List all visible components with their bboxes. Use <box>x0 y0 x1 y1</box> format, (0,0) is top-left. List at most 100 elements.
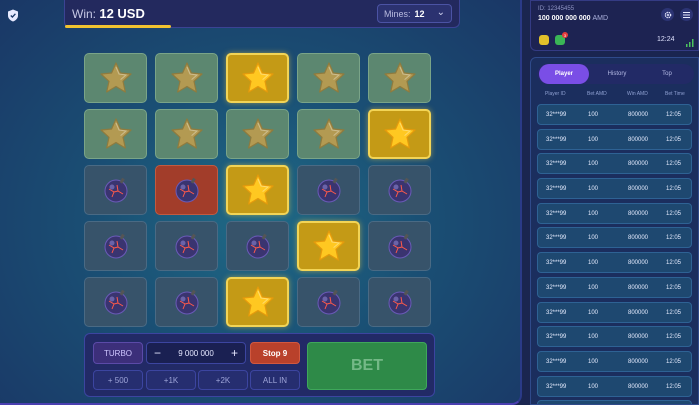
bonus-icon[interactable] <box>539 35 549 45</box>
turbo-button[interactable]: TURBO <box>93 342 143 364</box>
star-icon <box>312 117 346 151</box>
star-icon <box>241 173 275 207</box>
bet-cell: 100 <box>588 284 599 291</box>
decrease-amount-button[interactable]: − <box>154 346 161 360</box>
star-icon <box>383 117 417 151</box>
bomb-tile[interactable] <box>226 221 289 271</box>
star-tile[interactable] <box>226 53 289 103</box>
bet-amount-value[interactable]: 9 000 000 <box>178 349 214 358</box>
bomb-tile[interactable] <box>155 221 218 271</box>
stop-button[interactable]: Stop 9 <box>250 342 300 364</box>
bomb-icon <box>170 231 204 261</box>
bet-button[interactable]: BET <box>307 342 427 390</box>
win-cell: 800000 <box>628 383 649 390</box>
star-tile[interactable] <box>297 109 360 159</box>
bomb-tile[interactable] <box>84 277 147 327</box>
star-icon <box>383 61 417 95</box>
shield-icon[interactable] <box>6 8 20 22</box>
star-icon <box>99 117 133 151</box>
bet-time-cell: 12:05 <box>666 334 682 341</box>
star-icon <box>170 61 204 95</box>
tab-top[interactable]: Top <box>642 64 692 84</box>
star-icon <box>241 117 275 151</box>
bomb-icon <box>383 231 417 261</box>
table-row: 32***99 100 800000 12:05 <box>537 326 692 348</box>
tab-history[interactable]: History <box>592 64 642 84</box>
star-tile[interactable] <box>297 221 360 271</box>
star-tile[interactable] <box>368 109 431 159</box>
star-tile[interactable] <box>297 53 360 103</box>
mines-value: 12 <box>414 8 425 19</box>
bomb-hit-tile[interactable] <box>155 165 218 215</box>
bet-time-cell: 12:05 <box>666 210 682 217</box>
star-tile[interactable] <box>155 53 218 103</box>
star-tile[interactable] <box>84 53 147 103</box>
bets-table: 32***99 100 800000 12:05 32***99 100 800000 12:… <box>537 104 692 404</box>
win-cell: 800000 <box>628 186 649 193</box>
column-bet: Bet AMD <box>587 91 607 97</box>
bomb-tile[interactable] <box>297 277 360 327</box>
win-cell: 800000 <box>628 309 649 316</box>
player-id-cell: 32***99 <box>546 309 567 316</box>
star-tile[interactable] <box>84 109 147 159</box>
notification-badge: 3 <box>562 32 568 38</box>
menu-icon[interactable] <box>680 8 693 21</box>
bomb-icon <box>99 231 133 261</box>
bomb-icon <box>99 175 133 205</box>
bomb-tile[interactable] <box>155 277 218 327</box>
star-tile[interactable] <box>155 109 218 159</box>
table-row: 32***99 100 800000 12:05 <box>537 301 692 323</box>
player-id-cell: 32***99 <box>546 210 567 217</box>
win-cell: 800000 <box>628 334 649 341</box>
star-tile[interactable] <box>226 165 289 215</box>
gear-icon[interactable] <box>661 8 674 21</box>
bet-time-cell: 12:05 <box>666 260 682 267</box>
clock: 12:24 <box>657 36 675 43</box>
bets-panel: Player History Top Player ID Bet AMD Win… <box>530 57 699 405</box>
column-bet-time: Bet Time <box>665 91 685 97</box>
signal-icon <box>686 34 694 47</box>
bomb-icon <box>170 287 204 317</box>
bet-time-cell: 12:05 <box>666 383 682 390</box>
tab-player[interactable]: Player <box>539 64 589 84</box>
bet-time-cell: 12:05 <box>666 136 682 143</box>
quick-add-500-button[interactable]: + 500 <box>93 370 143 390</box>
table-row: 32***99 100 800000 12:05 <box>537 128 692 150</box>
star-icon <box>312 61 346 95</box>
all-in-button[interactable]: ALL IN <box>250 370 300 390</box>
player-id-cell: 32***99 <box>546 260 567 267</box>
bet-cell: 100 <box>588 383 599 390</box>
player-id-cell: 32***99 <box>546 235 567 242</box>
bet-time-cell: 12:05 <box>666 112 682 118</box>
star-tile[interactable] <box>368 53 431 103</box>
bomb-tile[interactable] <box>84 165 147 215</box>
quick-add-2k-button[interactable]: +2K <box>198 370 248 390</box>
quick-add-1k-button[interactable]: +1K <box>146 370 196 390</box>
star-icon <box>241 61 275 95</box>
bomb-tile[interactable] <box>84 221 147 271</box>
bet-time-cell: 12:05 <box>666 309 682 316</box>
star-tile[interactable] <box>226 109 289 159</box>
table-row: 32***99 100 800000 12:05 <box>537 375 692 397</box>
chevron-down-icon: ⌄ <box>436 7 445 18</box>
win-bar: Win: 12 USD Mines: 12 ⌄ <box>64 0 460 28</box>
table-row: 32***99 100 800000 12:05 <box>537 227 692 249</box>
bomb-tile[interactable] <box>368 165 431 215</box>
bet-controls: TURBO − 9 000 000 + Stop 9 + 500 +1K +2K… <box>84 333 435 397</box>
star-tile[interactable] <box>226 277 289 327</box>
player-id-cell: 32***99 <box>546 383 567 390</box>
bet-time-cell: 12:05 <box>666 235 682 242</box>
bomb-tile[interactable] <box>297 165 360 215</box>
bet-time-cell: 12:05 <box>666 358 682 365</box>
player-id-cell: 32***99 <box>546 358 567 365</box>
table-row: 32***99 100 800000 12:05 <box>537 252 692 274</box>
bomb-icon <box>312 175 346 205</box>
star-icon <box>99 61 133 95</box>
column-player-id: Player ID <box>545 91 566 97</box>
player-id-cell: 32***99 <box>546 186 567 193</box>
bomb-tile[interactable] <box>368 221 431 271</box>
mines-select[interactable]: Mines: 12 ⌄ <box>377 4 452 23</box>
increase-amount-button[interactable]: + <box>231 346 238 360</box>
bomb-tile[interactable] <box>368 277 431 327</box>
account-panel: ID: 12345455 100 000 000 000 AMD 3 12:24 <box>530 0 699 51</box>
